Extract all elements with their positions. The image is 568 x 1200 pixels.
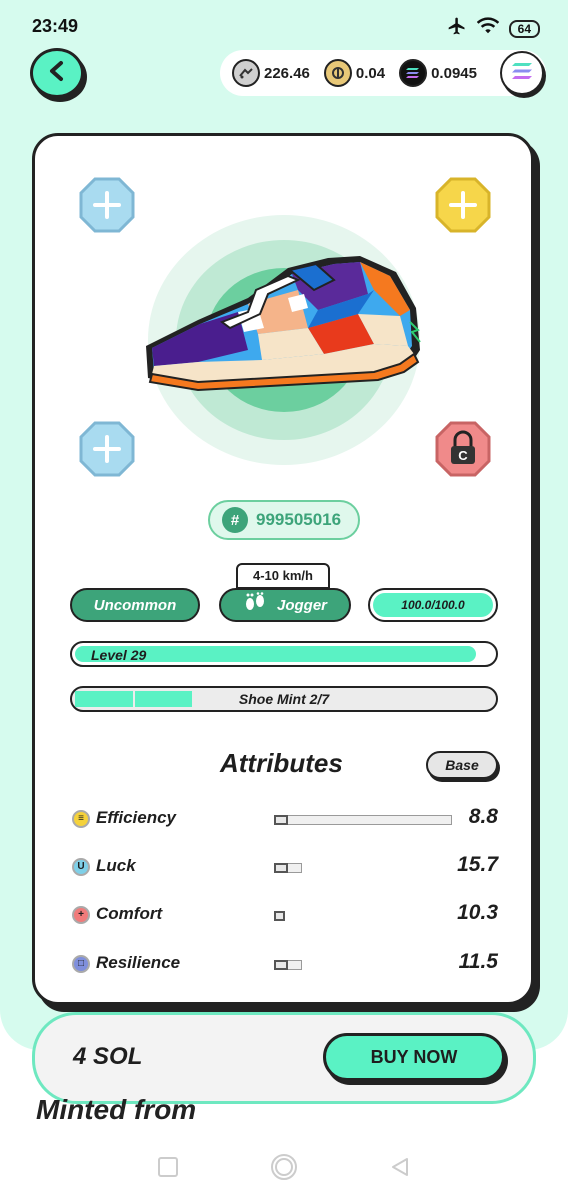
sneaker-type-badge: Jogger: [219, 588, 351, 622]
price-label: 4 SOL: [73, 1043, 143, 1070]
svg-text:C: C: [458, 448, 468, 463]
comfort-icon: +: [72, 906, 90, 924]
attribute-value: 15.7: [457, 853, 498, 876]
shoe-mint-label: Shoe Mint 2/7: [238, 691, 330, 707]
attribute-base-bar: [274, 863, 288, 873]
attribute-name: Luck: [96, 856, 136, 875]
level-bar: Level 29: [70, 641, 498, 667]
rarity-label: Uncommon: [93, 596, 177, 614]
plus-icon: [435, 177, 491, 233]
attribute-base-bar: [274, 911, 285, 921]
gmt-coin-icon: [323, 59, 352, 87]
gem-socket-bottom-right-locked[interactable]: C: [434, 420, 492, 478]
durability-value: 100.0/100.0: [401, 598, 465, 612]
attribute-name: Comfort: [96, 904, 163, 923]
attribute-value: 10.3: [457, 901, 498, 924]
efficiency-icon: ≡: [72, 810, 90, 828]
attribute-row-resilience: □ Resilience 11.5: [70, 948, 500, 978]
base-toggle-button[interactable]: Base: [426, 751, 498, 779]
home-icon[interactable]: [269, 1152, 299, 1187]
attribute-value: 11.5: [458, 950, 498, 973]
attribute-max-bar: [274, 815, 452, 825]
chevron-left-icon: [47, 60, 67, 87]
gmt-value: 0.04: [355, 64, 386, 82]
recent-apps-icon[interactable]: [157, 1156, 179, 1183]
gem-socket-top-left[interactable]: [78, 176, 136, 234]
attribute-name: Efficiency: [96, 808, 177, 827]
sol-value: 0.0945: [431, 64, 477, 82]
solana-chain-button[interactable]: [500, 51, 544, 95]
solana-icon: [510, 61, 534, 86]
luck-icon: U: [72, 858, 90, 876]
gmt-balance: 0.04: [323, 59, 386, 87]
level-fill: Level 29: [75, 646, 477, 663]
status-bar: 23:49 64: [0, 0, 568, 54]
durability-bar: 100.0/100.0: [368, 588, 498, 622]
resilience-icon: □: [72, 955, 90, 973]
back-nav-icon[interactable]: [389, 1156, 411, 1183]
footprints-icon: [243, 592, 267, 618]
durability-fill: 100.0/100.0: [373, 593, 493, 617]
attribute-row-luck: U Luck 15.7: [70, 851, 500, 881]
gst-value: 226.46: [264, 64, 310, 82]
wallet-balance-bar[interactable]: 226.46 0.04 0.0945: [220, 50, 546, 96]
battery-icon: 64: [508, 19, 540, 38]
system-nav-bar: [0, 1138, 568, 1200]
gst-balance: 226.46: [232, 59, 310, 87]
plus-icon: [79, 177, 135, 233]
lock-icon: C: [435, 421, 491, 477]
attribute-value: 8.8: [468, 805, 498, 828]
attribute-base-bar: [274, 815, 288, 825]
rarity-badge: Uncommon: [70, 588, 200, 622]
hash-icon: #: [222, 507, 248, 533]
minted-from-heading: Minted from: [36, 1094, 197, 1125]
gst-coin-icon: [232, 59, 260, 87]
attribute-name: Resilience: [96, 953, 181, 972]
gem-socket-top-right[interactable]: [434, 176, 492, 234]
gem-socket-bottom-left[interactable]: [78, 420, 136, 478]
wifi-icon: [476, 17, 499, 40]
sol-coin-icon: [399, 59, 428, 87]
airplane-mode-icon: [447, 16, 467, 41]
speed-range-label: 4-10 km/h: [236, 563, 330, 589]
sneaker-type-label: Jogger: [276, 596, 327, 614]
level-label: Level 29: [91, 647, 147, 663]
sneaker-id-badge: # 999505016: [208, 500, 360, 540]
sneaker-image: [146, 256, 421, 392]
status-time: 23:49: [32, 16, 79, 36]
attribute-row-efficiency: ≡ Efficiency 8.8: [70, 803, 500, 833]
shoe-mint-bar: Shoe Mint 2/7: [70, 686, 498, 712]
buy-now-button[interactable]: BUY NOW: [323, 1033, 505, 1081]
attribute-row-comfort: + Comfort 10.3: [70, 899, 500, 929]
attribute-base-bar: [274, 960, 288, 970]
sneaker-id: 999505016: [256, 510, 342, 529]
attributes-title: Attributes: [220, 748, 343, 778]
sol-balance: 0.0945: [399, 59, 477, 87]
back-button[interactable]: [30, 48, 84, 98]
purchase-bar: 4 SOL BUY NOW: [32, 1012, 536, 1104]
plus-icon: [79, 421, 135, 477]
